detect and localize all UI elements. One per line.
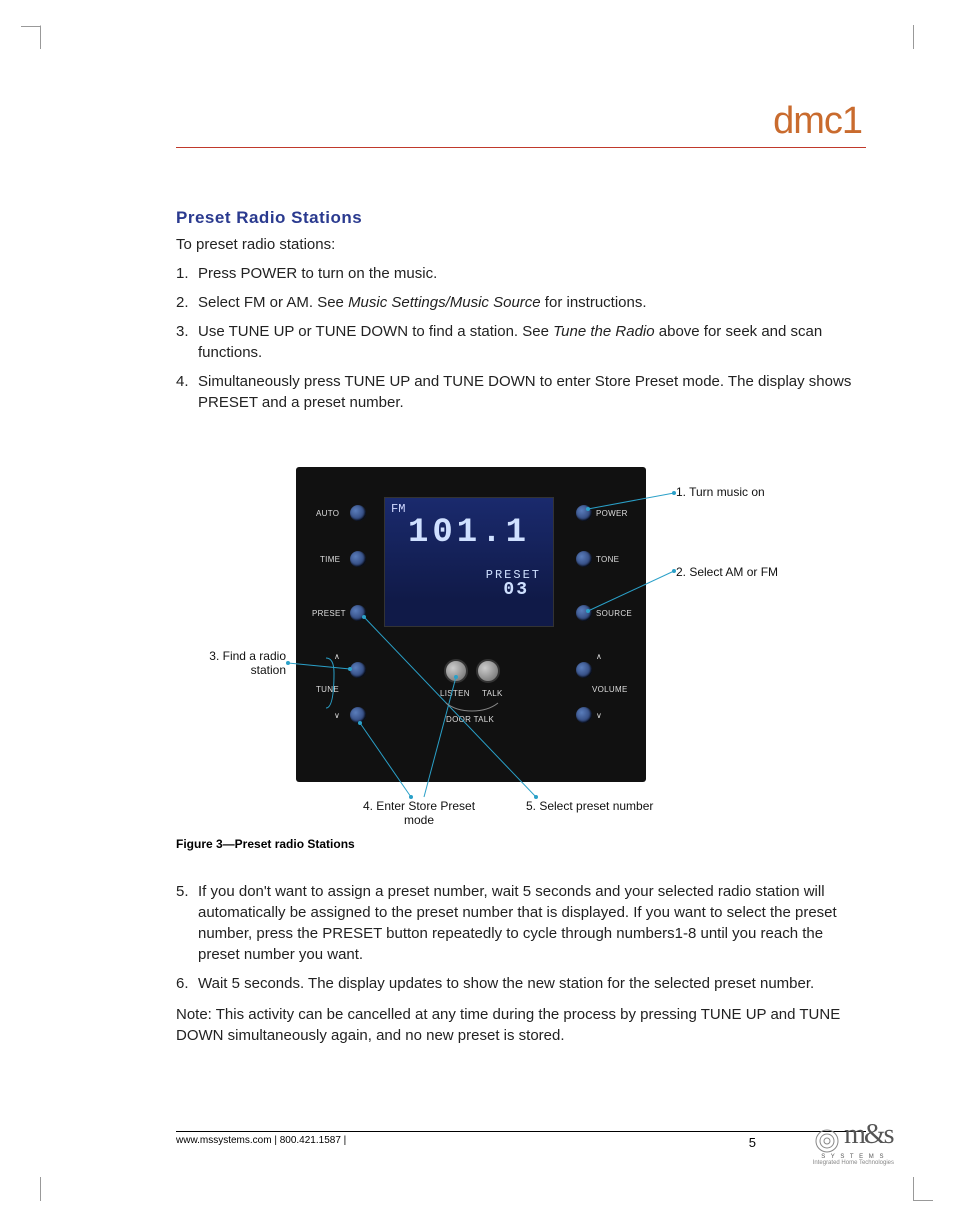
preset-button[interactable]: [350, 605, 366, 621]
step-text: If you don't want to assign a preset num…: [198, 881, 866, 965]
step-3: 3. Use TUNE UP or TUNE DOWN to find a st…: [176, 321, 866, 363]
callout-4: 4. Enter Store Preset mode: [354, 799, 484, 827]
t: station: [251, 663, 286, 677]
talk-label: TALK: [482, 689, 503, 698]
logo-line2: Integrated Home Technologies: [813, 1160, 894, 1166]
section-heading: Preset Radio Stations: [176, 208, 866, 228]
preset-btn-label: PRESET: [312, 609, 346, 618]
ms-systems-logo: m&s S Y S T E M S Integrated Home Techno…: [813, 1124, 894, 1166]
control-panel: FM 101.1 PRESET 03 AUTO TIME PRESET POWE…: [296, 467, 646, 782]
preset-number: 03: [385, 580, 553, 600]
product-title: dmc1: [176, 100, 866, 143]
step-num: 3.: [176, 321, 198, 363]
power-label: POWER: [596, 509, 628, 518]
tune-up-button[interactable]: [350, 662, 366, 678]
logo-brand: m&s: [844, 1119, 892, 1150]
door-talk-label: DOOR TALK: [446, 715, 494, 724]
callout-1: 1. Turn music on: [676, 485, 765, 499]
tune-label: TUNE: [316, 685, 339, 694]
tune-down-caret: ∨: [334, 711, 340, 720]
steps-list-1: 1. Press POWER to turn on the music. 2. …: [176, 263, 866, 413]
vol-up-caret: ∧: [596, 652, 602, 661]
em: Tune the Radio: [553, 323, 654, 340]
volume-label: VOLUME: [592, 685, 628, 694]
step-text: Wait 5 seconds. The display updates to s…: [198, 973, 866, 994]
callout-5: 5. Select preset number: [526, 799, 653, 813]
callout-3: 3. Find a radio station: [176, 649, 286, 677]
page-footer: www.mssystems.com | 800.421.1587 | 5: [176, 1131, 866, 1150]
tone-label: TONE: [596, 555, 619, 564]
t: 3. Find a radio: [209, 649, 286, 663]
step-text: Press POWER to turn on the music.: [198, 263, 866, 284]
tune-up-caret: ∧: [334, 652, 340, 661]
step-num: 2.: [176, 292, 198, 313]
volume-up-button[interactable]: [576, 662, 592, 678]
em: Music Settings/Music Source: [348, 294, 541, 311]
step-text: Simultaneously press TUNE UP and TUNE DO…: [198, 371, 866, 413]
frequency-display: 101.1: [385, 514, 553, 552]
auto-button[interactable]: [350, 505, 366, 521]
listen-button[interactable]: [444, 659, 468, 683]
step-6: 6. Wait 5 seconds. The display updates t…: [176, 973, 866, 994]
intro-text: To preset radio stations:: [176, 234, 866, 255]
note: Note: This activity can be cancelled at …: [176, 1004, 866, 1046]
figure-3-diagram: FM 101.1 PRESET 03 AUTO TIME PRESET POWE…: [176, 453, 816, 833]
figure-caption: Figure 3—Preset radio Stations: [176, 837, 866, 851]
tune-down-button[interactable]: [350, 707, 366, 723]
tone-button[interactable]: [576, 551, 592, 567]
talk-button[interactable]: [476, 659, 500, 683]
step-num: 4.: [176, 371, 198, 413]
time-label: TIME: [320, 555, 340, 564]
step-text: Use TUNE UP or TUNE DOWN to find a stati…: [198, 321, 866, 363]
listen-label: LISTEN: [440, 689, 470, 698]
t: mode: [404, 813, 434, 827]
t: 4. Enter Store Preset: [363, 799, 475, 813]
step-num: 5.: [176, 881, 198, 965]
volume-down-button[interactable]: [576, 707, 592, 723]
callout-2: 2. Select AM or FM: [676, 565, 778, 579]
t: Use TUNE UP or TUNE DOWN to find a stati…: [198, 323, 553, 340]
lcd-screen: FM 101.1 PRESET 03: [384, 497, 554, 627]
t: for instructions.: [541, 294, 647, 311]
t: Select FM or AM. See: [198, 294, 348, 311]
page-number: 5: [749, 1135, 756, 1150]
header-rule: [176, 147, 866, 148]
footer-text: www.mssystems.com | 800.421.1587 |: [176, 1135, 749, 1146]
step-4: 4. Simultaneously press TUNE UP and TUNE…: [176, 371, 866, 413]
vol-down-caret: ∨: [596, 711, 602, 720]
step-text: Select FM or AM. See Music Settings/Musi…: [198, 292, 866, 313]
time-button[interactable]: [350, 551, 366, 567]
step-num: 6.: [176, 973, 198, 994]
source-label: SOURCE: [596, 609, 632, 618]
steps-list-2: 5. If you don't want to assign a preset …: [176, 881, 866, 994]
step-num: 1.: [176, 263, 198, 284]
auto-label: AUTO: [316, 509, 339, 518]
step-2: 2. Select FM or AM. See Music Settings/M…: [176, 292, 866, 313]
source-button[interactable]: [576, 605, 592, 621]
step-5: 5. If you don't want to assign a preset …: [176, 881, 866, 965]
step-1: 1. Press POWER to turn on the music.: [176, 263, 866, 284]
power-button[interactable]: [576, 505, 592, 521]
